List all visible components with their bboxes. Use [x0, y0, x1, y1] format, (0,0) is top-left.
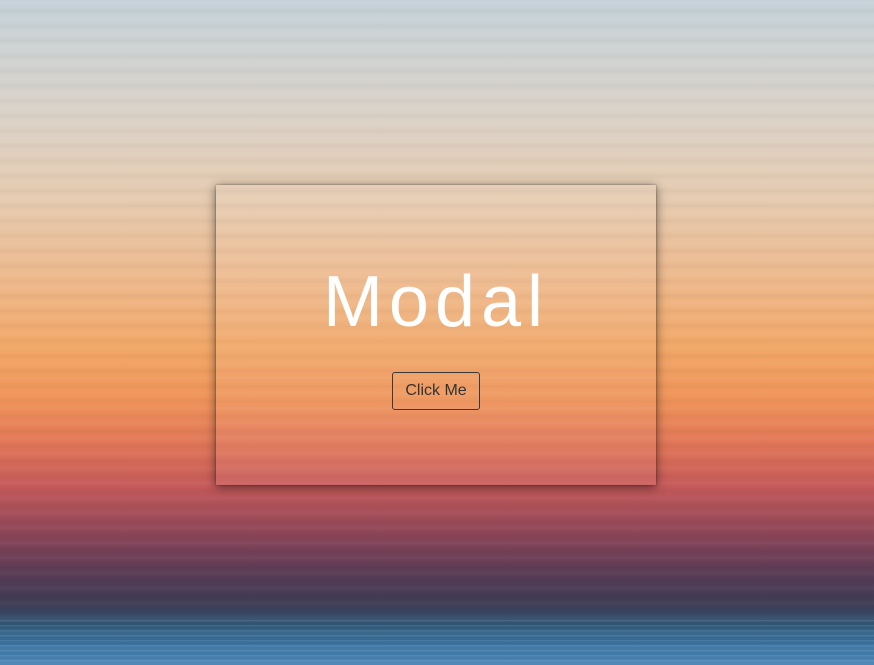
water-lines [0, 620, 874, 665]
modal-dialog: Modal Click Me [216, 185, 656, 485]
click-me-button[interactable]: Click Me [392, 372, 480, 410]
modal-title: Modal [322, 262, 550, 342]
